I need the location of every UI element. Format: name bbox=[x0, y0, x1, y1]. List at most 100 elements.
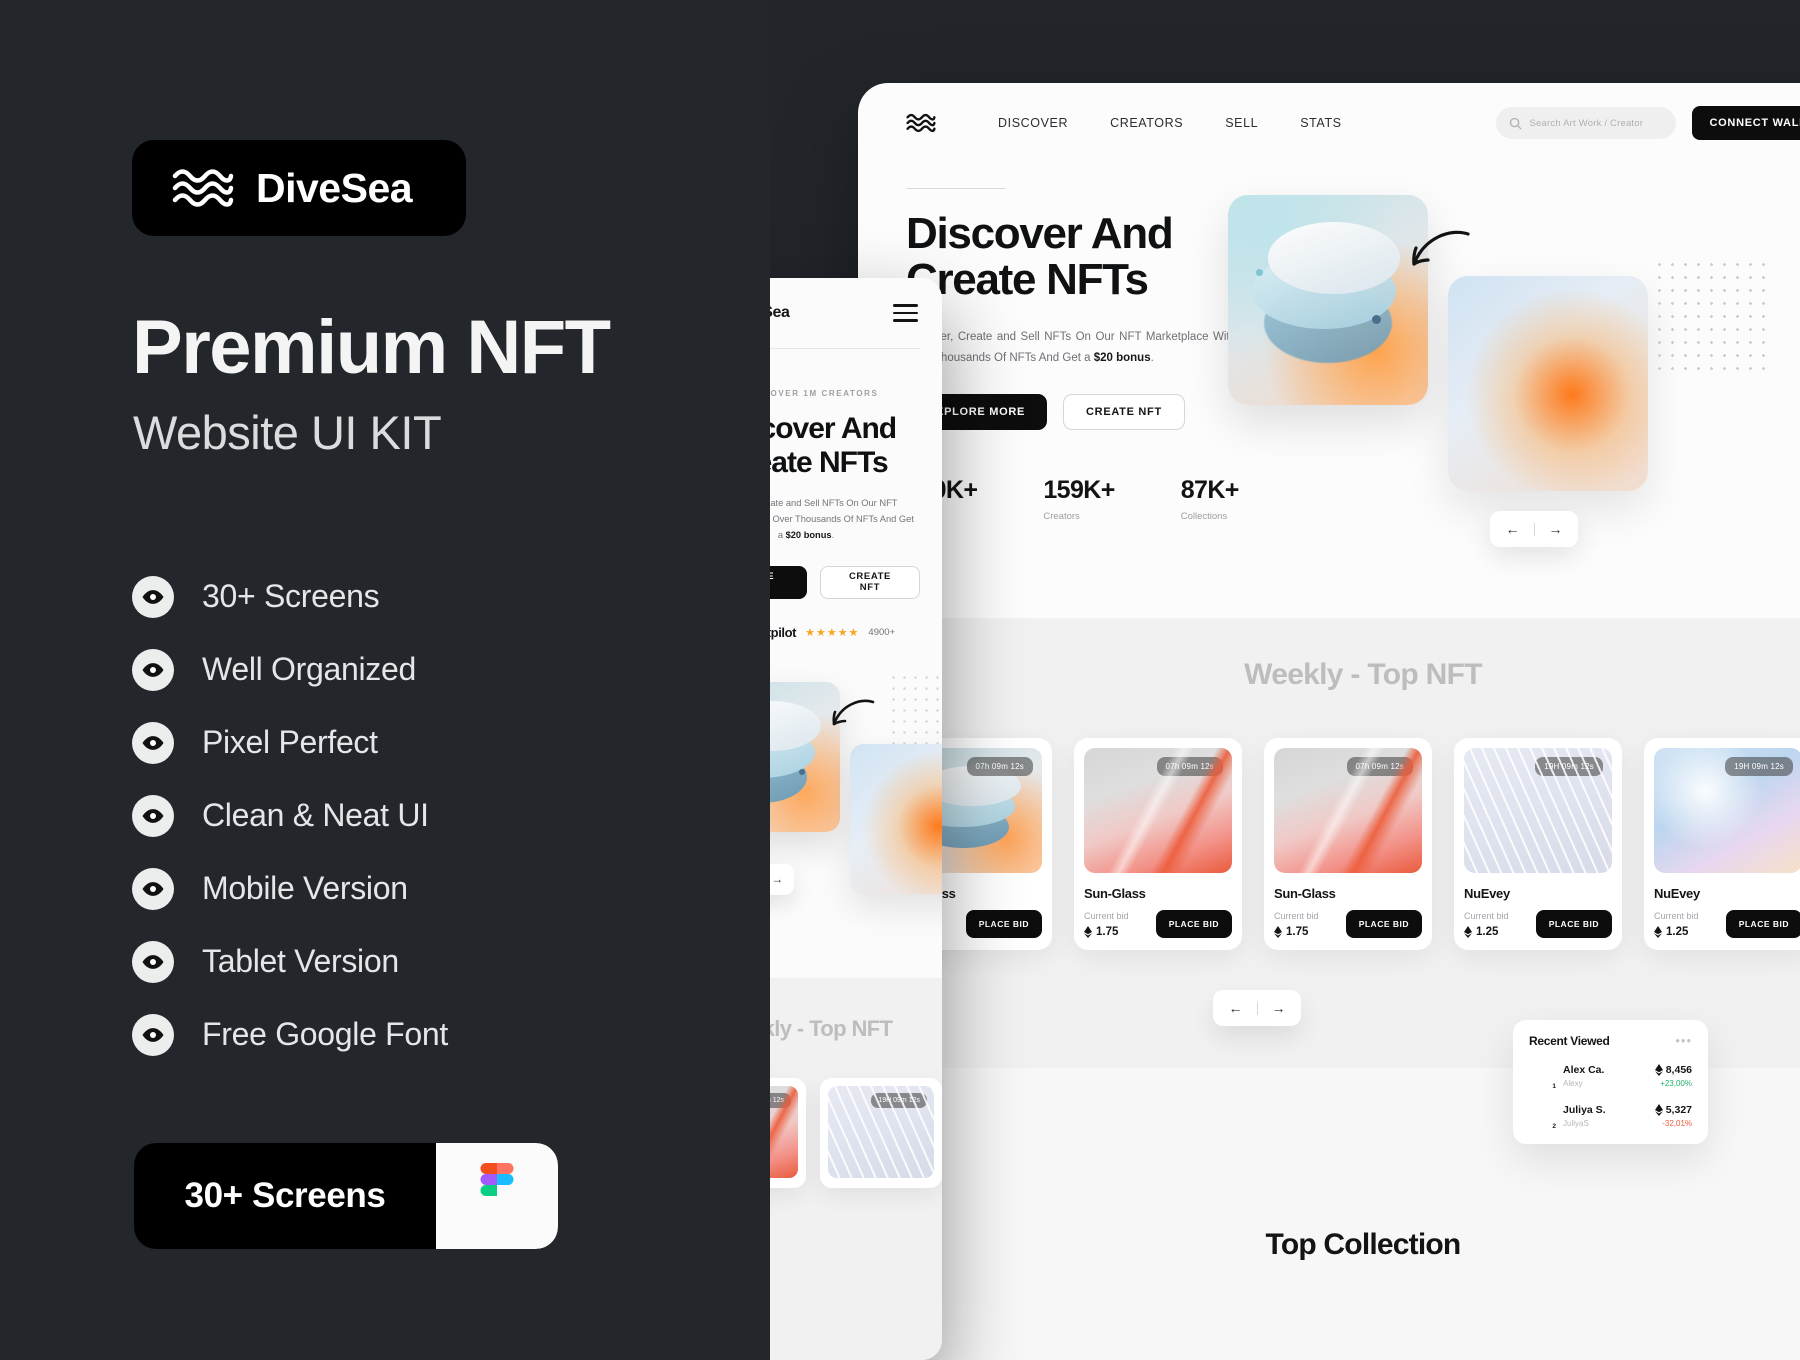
eye-icon bbox=[132, 721, 174, 764]
weekly-next-button[interactable]: → bbox=[1262, 1000, 1296, 1016]
nav-link-creators[interactable]: CREATORS bbox=[1110, 116, 1183, 130]
mobile-paragraph-suffix: . bbox=[831, 530, 835, 541]
nft-timer-badge: 19H 09m 12s bbox=[1725, 757, 1793, 776]
eyebrow-label: OVER 1M CREATORS bbox=[770, 389, 879, 398]
eye-icon-glyph bbox=[142, 662, 164, 677]
place-bid-button[interactable]: PLACE BID bbox=[1725, 910, 1800, 938]
creator-amount: 8,456 bbox=[1665, 1064, 1692, 1076]
stat-label: Creators bbox=[1043, 510, 1080, 522]
feature-label: Mobile Version bbox=[202, 870, 408, 906]
desktop-navbar: DISCOVER CREATORS SELL STATS Search Art … bbox=[858, 83, 1800, 163]
nft-footer: Current bid 1.25 PLACE BID bbox=[1464, 910, 1612, 938]
place-bid-button[interactable]: PLACE BID bbox=[965, 910, 1042, 938]
hero-artwork-secondary bbox=[1448, 276, 1648, 491]
nft-artwork: 19H 09m 12s bbox=[828, 1086, 934, 1178]
eye-icon-glyph bbox=[142, 808, 164, 823]
dot-grid-decoration bbox=[888, 671, 942, 744]
hero-paragraph-bonus: $20 bonus bbox=[1093, 351, 1151, 364]
screens-figma-badge: 30+ Screens bbox=[134, 1143, 558, 1249]
creator-username: JuliyaS bbox=[1563, 1119, 1589, 1128]
weekly-prev-button[interactable]: ← bbox=[1219, 1000, 1253, 1016]
hero-carousel-pager: ← → bbox=[1490, 511, 1578, 547]
creator-stats: 5,327 -32,01% bbox=[1654, 1104, 1692, 1128]
nav-link-discover[interactable]: DISCOVER bbox=[998, 116, 1068, 130]
search-input[interactable]: Search Art Work / Creator bbox=[1495, 107, 1676, 139]
weekly-section-title: Weekly - Top NFT bbox=[1244, 658, 1482, 691]
nft-card[interactable]: 19H 09m 12s NuEvey Current bid 1.25 PLAC… bbox=[1644, 738, 1800, 950]
nft-title: Sun-Glass bbox=[1084, 886, 1146, 901]
carousel-prev-button[interactable]: ← bbox=[1496, 521, 1530, 537]
nav-link-stats[interactable]: STATS bbox=[1300, 116, 1341, 130]
creator-change: -32,01% bbox=[1662, 1119, 1692, 1128]
nft-timer-badge: 07h 09m 12s bbox=[1156, 757, 1223, 776]
list-item[interactable]: 1 Alex Ca. Alexy 8,456 +23,00% bbox=[1529, 1064, 1692, 1090]
desktop-nav-links: DISCOVER CREATORS SELL STATS bbox=[998, 116, 1342, 130]
feature-label: Clean & Neat UI bbox=[202, 797, 429, 833]
more-dots-icon[interactable]: ••• bbox=[1675, 1034, 1692, 1047]
nft-card[interactable]: 07h 09m 12s Sun-Glass Current bid 1.75 P… bbox=[1074, 738, 1242, 950]
nft-bid-value: 1.75 bbox=[1286, 926, 1309, 938]
nft-footer: Current bid 1.75 PLACE BID bbox=[1274, 910, 1422, 938]
nft-bid-value: 1.75 bbox=[1096, 926, 1119, 938]
pager-divider bbox=[1533, 522, 1535, 536]
creator-name: Juliya S. bbox=[1563, 1104, 1606, 1116]
creator-change: +23,00% bbox=[1660, 1079, 1692, 1088]
weekly-top-nft-section: Weekly - Top NFT 07h 09m 12s Sun-Glass C… bbox=[858, 618, 1800, 1068]
hero-paragraph-suffix: . bbox=[1150, 351, 1154, 364]
art-shape bbox=[1268, 222, 1400, 294]
eye-icon bbox=[132, 1013, 174, 1056]
place-bid-button[interactable]: PLACE BID bbox=[1155, 910, 1232, 938]
rank-badge: 1 bbox=[1552, 1082, 1556, 1090]
nft-bid-label: Current bid bbox=[1084, 911, 1129, 921]
list-item: Pixel Perfect bbox=[132, 706, 448, 779]
art-dot bbox=[1372, 314, 1381, 324]
rank-badge: 2 bbox=[1552, 1122, 1556, 1130]
hero-paragraph: Discover, Create and Sell NFTs On Our NF… bbox=[906, 327, 1236, 367]
search-placeholder: Search Art Work / Creator bbox=[1529, 117, 1644, 129]
nft-timer-badge: 07h 09m 12s bbox=[1346, 757, 1413, 776]
nft-footer: Current bid 1.75 PLACE BID bbox=[1084, 910, 1232, 938]
carousel-next-button[interactable]: → bbox=[1539, 521, 1573, 537]
art-dot bbox=[1256, 268, 1263, 276]
mobile-create-nft-button[interactable]: CREATE NFT bbox=[819, 565, 920, 599]
ethereum-icon bbox=[1464, 926, 1472, 938]
stat-value: 87K+ bbox=[1180, 475, 1240, 504]
creator-amount: 5,327 bbox=[1665, 1104, 1692, 1116]
stat-creators: 159K+ Creators bbox=[1043, 476, 1115, 522]
nft-footer: Current bid 1.25 PLACE BID bbox=[1654, 910, 1800, 938]
ethereum-icon bbox=[1084, 926, 1092, 938]
feature-label: Tablet Version bbox=[202, 943, 399, 979]
create-nft-button[interactable]: CREATE NFT bbox=[1063, 393, 1185, 430]
nft-bid-label: Current bid bbox=[1654, 911, 1699, 921]
nft-title: NuEvey bbox=[1464, 886, 1510, 901]
ethereum-icon bbox=[1654, 926, 1662, 938]
mobile-artwork-secondary bbox=[850, 743, 942, 894]
nft-card[interactable]: 19H 09m 12s NuEvey Current bid 1.25 PLAC… bbox=[1454, 738, 1622, 950]
hamburger-icon[interactable] bbox=[893, 304, 918, 322]
desktop-mockup: DISCOVER CREATORS SELL STATS Search Art … bbox=[858, 83, 1800, 1360]
connect-wallet-button[interactable]: CONNECT WALLET bbox=[1691, 106, 1800, 140]
wave-icon[interactable] bbox=[906, 112, 936, 134]
eye-icon-glyph bbox=[142, 589, 164, 604]
recent-viewed-card: Recent Viewed ••• 1 Alex Ca. Alexy 8,456… bbox=[1513, 1020, 1708, 1144]
ethereum-icon bbox=[1654, 1104, 1663, 1116]
curved-arrow-icon bbox=[832, 699, 875, 725]
nft-bid-value-wrap: 1.75 bbox=[1084, 926, 1129, 938]
nft-title: Sun-Glass bbox=[1274, 886, 1336, 901]
creator-amount-wrap: 8,456 bbox=[1654, 1064, 1692, 1076]
place-bid-button[interactable]: PLACE BID bbox=[1345, 910, 1422, 938]
eye-icon bbox=[132, 940, 174, 983]
place-bid-button[interactable]: PLACE BID bbox=[1535, 910, 1612, 938]
nft-bid-value-wrap: 1.25 bbox=[1654, 926, 1699, 938]
list-item: Well Organized bbox=[132, 633, 448, 706]
feature-label: Pixel Perfect bbox=[202, 724, 378, 760]
list-item[interactable]: 2 Juliya S. JuliyaS 5,327 -32,01% bbox=[1529, 1104, 1692, 1130]
nft-card[interactable]: 19H 09m 12s bbox=[820, 1078, 942, 1188]
mobile-paragraph-bonus: $20 bonus bbox=[785, 530, 832, 541]
nft-bid-info: Current bid 1.75 bbox=[1084, 911, 1129, 938]
stat-collections: 87K+ Collections bbox=[1180, 475, 1240, 522]
nft-card[interactable]: 07h 09m 12s Sun-Glass Current bid 1.75 P… bbox=[1264, 738, 1432, 950]
nav-link-sell[interactable]: SELL bbox=[1225, 116, 1258, 130]
figma-icon bbox=[480, 1163, 514, 1196]
eye-icon bbox=[132, 648, 174, 691]
